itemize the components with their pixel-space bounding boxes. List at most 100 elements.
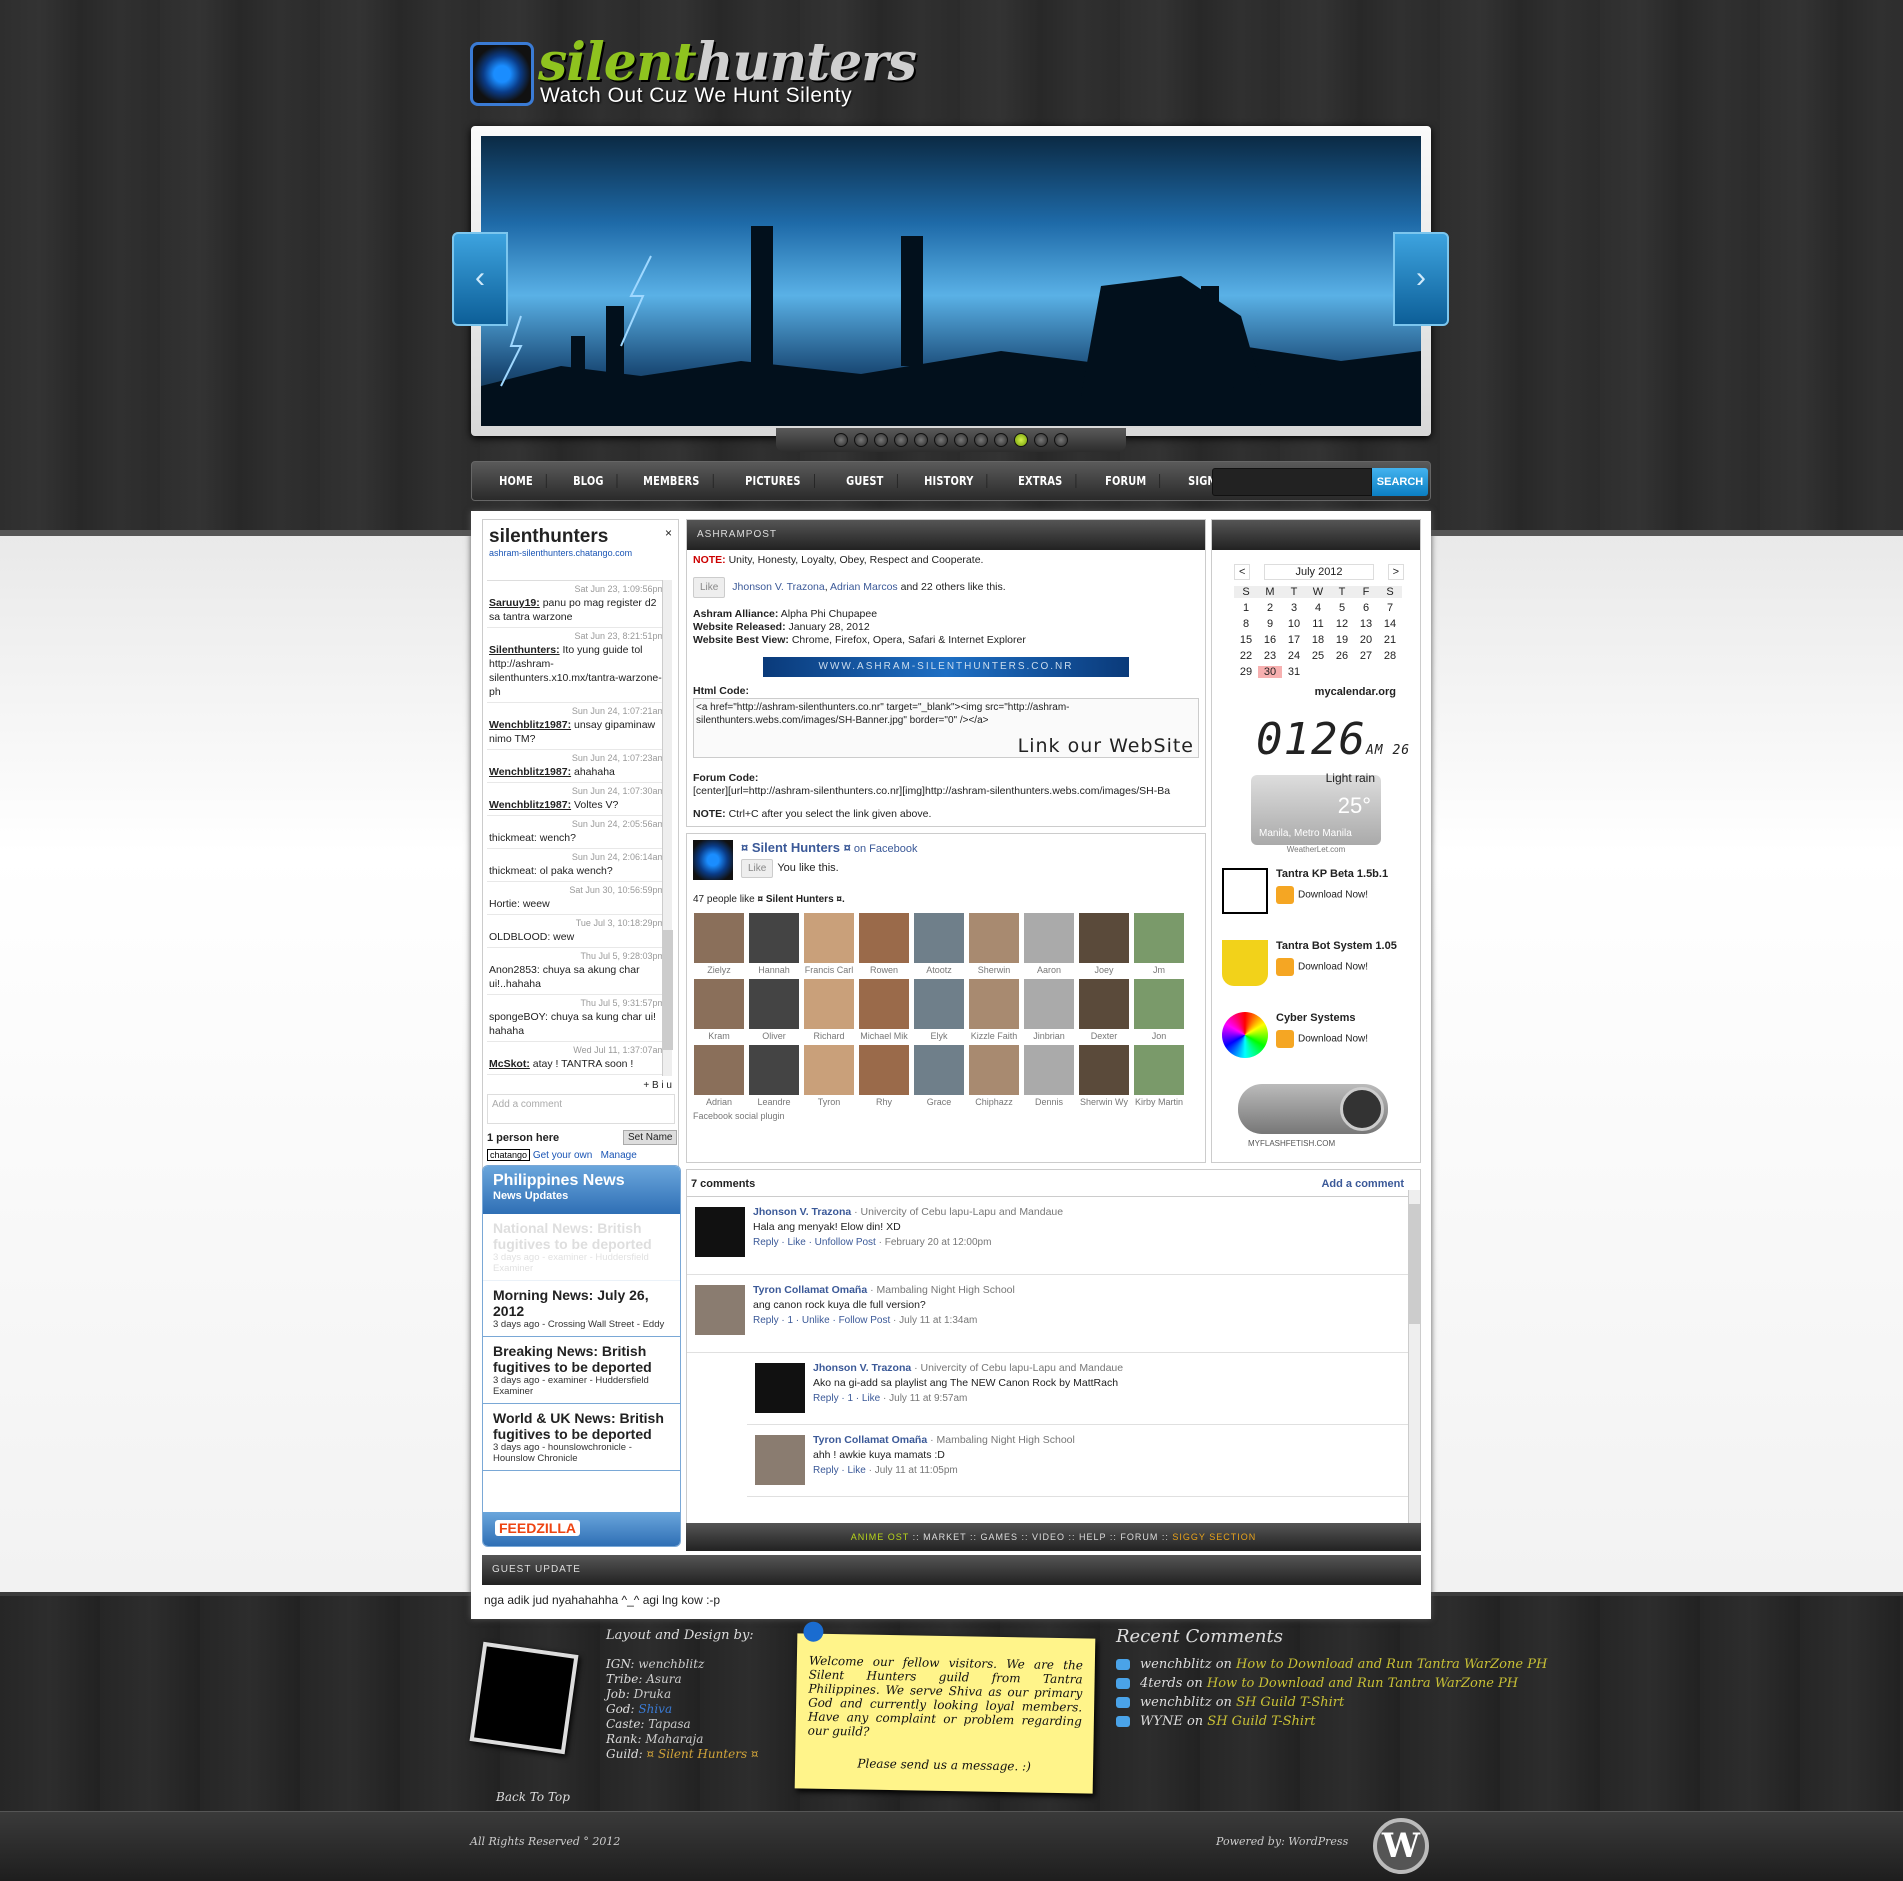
liker-link[interactable]: Adrian Marcos xyxy=(830,581,898,593)
slider-prev-button[interactable]: ‹ xyxy=(452,232,508,326)
chatango-logo[interactable]: chatango xyxy=(487,1149,531,1161)
news-item[interactable]: World & UK News: British fugitives to be… xyxy=(483,1404,680,1471)
fan-profile[interactable]: Kirby Martin xyxy=(1133,1045,1185,1107)
recent-comment[interactable]: wenchblitz on SH Guild T-Shirt xyxy=(1116,1695,1547,1710)
nav-home[interactable]: HOME xyxy=(486,474,547,488)
slider-next-button[interactable]: › xyxy=(1393,232,1449,326)
forum-code[interactable]: [center][url=http://ashram-silenthunters… xyxy=(693,785,1199,798)
pause-icon[interactable] xyxy=(1340,1087,1384,1131)
calendar-day[interactable]: 13 xyxy=(1354,618,1378,630)
calendar-day[interactable]: 23 xyxy=(1258,650,1282,662)
calendar-day[interactable]: 12 xyxy=(1330,618,1354,630)
close-icon[interactable]: × xyxy=(665,526,672,540)
fan-profile[interactable]: Elyk xyxy=(913,979,965,1041)
slide-dot[interactable] xyxy=(1054,433,1068,447)
calendar-day[interactable]: 22 xyxy=(1234,650,1258,662)
fan-profile[interactable]: Zielyz xyxy=(693,913,745,975)
calendar-day[interactable]: 27 xyxy=(1354,650,1378,662)
slide-dot[interactable] xyxy=(854,433,868,447)
recent-comment[interactable]: WYNE on SH Guild T-Shirt xyxy=(1116,1714,1547,1729)
calendar-day[interactable]: 3 xyxy=(1282,602,1306,614)
calendar-source[interactable]: mycalendar.org xyxy=(1234,686,1396,698)
fan-profile[interactable]: Sherwin Wy xyxy=(1078,1045,1130,1107)
nav-extras[interactable]: EXTRAS xyxy=(1005,474,1077,488)
fan-profile[interactable]: Atootz xyxy=(913,913,965,975)
wordpress-icon[interactable]: W xyxy=(1373,1818,1429,1874)
fan-profile[interactable]: Dennis xyxy=(1023,1045,1075,1107)
slide-dot[interactable] xyxy=(874,433,888,447)
site-banner[interactable]: WWW.ASHRAM-SILENTHUNTERS.CO.NR xyxy=(763,657,1129,677)
subnav-anime[interactable]: ANIME OST xyxy=(851,1532,909,1542)
chat-url[interactable]: ashram-silenthunters.chatango.com xyxy=(489,548,678,558)
search-button[interactable]: SEARCH xyxy=(1372,468,1428,496)
news-item[interactable]: Breaking News: British fugitives to be d… xyxy=(483,1337,680,1404)
subnav-games[interactable]: GAMES xyxy=(980,1532,1018,1542)
avatar[interactable] xyxy=(755,1363,805,1413)
slide-dot[interactable] xyxy=(834,433,848,447)
fan-profile[interactable]: Chiphazz xyxy=(968,1045,1020,1107)
fan-profile[interactable]: Kizzle Faith xyxy=(968,979,1020,1041)
send-message-link[interactable]: Please send us a message. :) xyxy=(807,1756,1081,1775)
slide-dot[interactable] xyxy=(954,433,968,447)
calendar-day[interactable]: 17 xyxy=(1282,634,1306,646)
liker-link[interactable]: Jhonson V. Trazona xyxy=(732,581,824,593)
calendar-day[interactable]: 5 xyxy=(1330,602,1354,614)
comments-scrollbar[interactable] xyxy=(1408,1190,1420,1524)
fb-like-button[interactable]: Like xyxy=(741,859,774,878)
slide-dot[interactable] xyxy=(934,433,948,447)
calendar-day[interactable]: 4 xyxy=(1306,602,1330,614)
slide-dot[interactable] xyxy=(994,433,1008,447)
avatar[interactable] xyxy=(695,1207,745,1257)
fan-profile[interactable]: Oliver xyxy=(748,979,800,1041)
fan-profile[interactable]: Jm xyxy=(1133,913,1185,975)
manage-link[interactable]: Manage xyxy=(601,1150,637,1161)
fan-profile[interactable]: Kram xyxy=(693,979,745,1041)
calendar-day[interactable]: 26 xyxy=(1330,650,1354,662)
subnav-video[interactable]: VIDEO xyxy=(1032,1532,1065,1542)
fan-profile[interactable]: Rhy xyxy=(858,1045,910,1107)
calendar-day[interactable]: 7 xyxy=(1378,602,1402,614)
set-name-button[interactable]: Set Name xyxy=(623,1130,678,1145)
news-item[interactable]: National News: British fugitives to be d… xyxy=(483,1214,680,1281)
fan-profile[interactable]: Aaron xyxy=(1023,913,1075,975)
calendar-day[interactable]: 28 xyxy=(1378,650,1402,662)
calendar-day[interactable]: 2 xyxy=(1258,602,1282,614)
nav-history[interactable]: HISTORY xyxy=(911,474,988,488)
site-logo[interactable]: silenthunters Watch Out Cuz We Hunt Sile… xyxy=(470,32,917,122)
calendar-day[interactable]: 6 xyxy=(1354,602,1378,614)
fan-profile[interactable]: Hannah xyxy=(748,913,800,975)
fan-profile[interactable]: Richard xyxy=(803,979,855,1041)
slide-dot[interactable] xyxy=(1034,433,1048,447)
calendar-prev-button[interactable]: < xyxy=(1234,564,1251,580)
calendar-day[interactable]: 21 xyxy=(1378,634,1402,646)
chat-messages[interactable]: Sat Jun 23, 1:09:56pm Saruuy19: panu po m… xyxy=(487,580,667,1076)
download-button[interactable]: Download Now! xyxy=(1276,1030,1420,1048)
calendar-day[interactable]: 14 xyxy=(1378,618,1402,630)
comment-count[interactable]: 7 comments xyxy=(691,1178,755,1190)
subnav-market[interactable]: MARKET xyxy=(923,1532,966,1542)
slide-dot-active[interactable] xyxy=(1014,433,1028,447)
subnav-forum[interactable]: FORUM xyxy=(1120,1532,1158,1542)
page-avatar[interactable] xyxy=(693,840,733,880)
feedzilla-logo[interactable]: FEEDZILLA xyxy=(495,1520,580,1536)
fan-profile[interactable]: Adrian xyxy=(693,1045,745,1107)
weather-widget[interactable]: Light rain 25° Manila, Metro Manila xyxy=(1251,771,1381,845)
calendar-day[interactable]: 24 xyxy=(1282,650,1306,662)
nav-guest[interactable]: GUEST xyxy=(833,474,898,488)
calendar-day[interactable]: 15 xyxy=(1234,634,1258,646)
calendar-day[interactable]: 1 xyxy=(1234,602,1258,614)
calendar-day[interactable]: 16 xyxy=(1258,634,1282,646)
search-input[interactable] xyxy=(1212,468,1372,496)
nav-members[interactable]: MEMBERS xyxy=(630,474,714,488)
fan-profile[interactable]: Jinbrian xyxy=(1023,979,1075,1041)
add-comment-link[interactable]: Add a comment xyxy=(1321,1178,1404,1190)
recent-comment[interactable]: 4terds on How to Download and Run Tantra… xyxy=(1116,1676,1547,1691)
html-code-box[interactable]: <a href="http://ashram-silenthunters.co.… xyxy=(693,698,1199,758)
fan-profile[interactable]: Francis Carl xyxy=(803,913,855,975)
calendar-day[interactable]: 29 xyxy=(1234,666,1258,678)
avatar[interactable] xyxy=(755,1435,805,1485)
download-button[interactable]: Download Now! xyxy=(1276,886,1420,904)
calendar-day[interactable]: 18 xyxy=(1306,634,1330,646)
fan-profile[interactable]: Michael Mik xyxy=(858,979,910,1041)
calendar-day[interactable]: 10 xyxy=(1282,618,1306,630)
